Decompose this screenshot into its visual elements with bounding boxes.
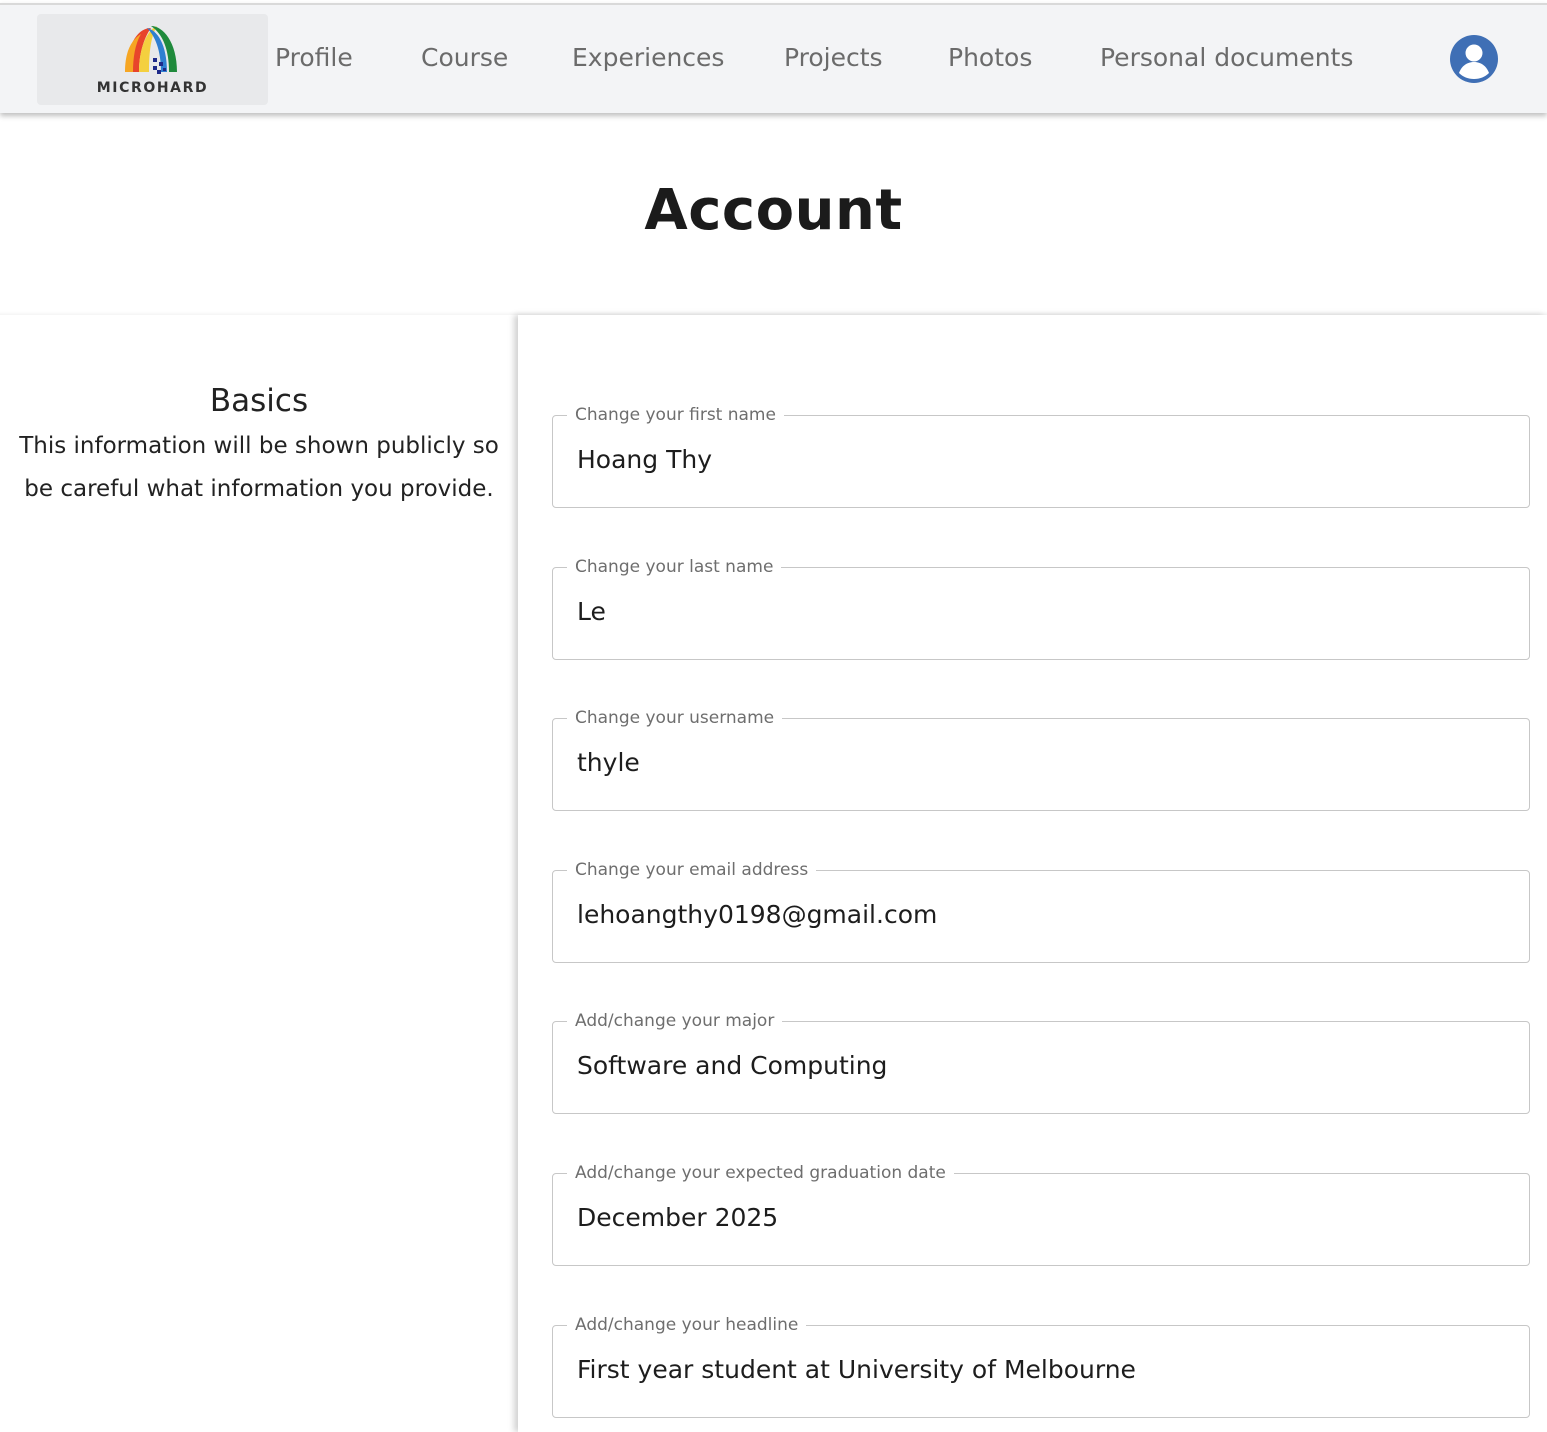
- first-name-input[interactable]: Hoang Thy: [577, 445, 712, 474]
- basics-description: This information will be shown publicly …: [19, 433, 499, 502]
- graduation-date-label: Add/change your expected graduation date: [567, 1163, 954, 1183]
- last-name-label: Change your last name: [567, 557, 782, 577]
- major-input[interactable]: Software and Computing: [577, 1051, 887, 1080]
- email-input[interactable]: lehoangthy0198@gmail.com: [577, 900, 937, 929]
- nav-photos[interactable]: Photos: [948, 43, 1032, 72]
- email-label: Change your email address: [567, 860, 817, 880]
- headline-input[interactable]: First year student at University of Melb…: [577, 1355, 1136, 1384]
- nav-experiences[interactable]: Experiences: [572, 43, 724, 72]
- email-field[interactable]: Change your email address lehoangthy0198…: [552, 860, 1530, 963]
- top-navbar: MICROHARD Profile Course Experiences Pro…: [0, 3, 1547, 113]
- first-name-field[interactable]: Change your first name Hoang Thy: [552, 405, 1530, 508]
- last-name-field[interactable]: Change your last name Le: [552, 557, 1530, 660]
- graduation-date-field[interactable]: Add/change your expected graduation date…: [552, 1163, 1530, 1266]
- microhard-logo-icon: [125, 26, 177, 74]
- graduation-date-input[interactable]: December 2025: [577, 1203, 778, 1232]
- brand-logo[interactable]: MICROHARD: [37, 14, 268, 105]
- major-field[interactable]: Add/change your major Software and Compu…: [552, 1011, 1530, 1114]
- username-input[interactable]: thyle: [577, 748, 640, 777]
- user-circle-icon[interactable]: [1449, 34, 1499, 84]
- username-field[interactable]: Change your username thyle: [552, 708, 1530, 811]
- page-title: Account: [644, 178, 903, 243]
- major-label: Add/change your major: [567, 1011, 783, 1031]
- brand-name: MICROHARD: [96, 80, 209, 96]
- username-label: Change your username: [567, 708, 783, 728]
- nav-course[interactable]: Course: [421, 43, 508, 72]
- first-name-label: Change your first name: [567, 405, 784, 425]
- headline-field[interactable]: Add/change your headline First year stud…: [552, 1315, 1530, 1418]
- nav-profile[interactable]: Profile: [275, 43, 353, 72]
- basics-title: Basics: [209, 383, 309, 419]
- last-name-input[interactable]: Le: [577, 597, 606, 626]
- nav-personal-documents[interactable]: Personal documents: [1100, 43, 1353, 72]
- headline-label: Add/change your headline: [567, 1315, 807, 1335]
- nav-projects[interactable]: Projects: [784, 43, 883, 72]
